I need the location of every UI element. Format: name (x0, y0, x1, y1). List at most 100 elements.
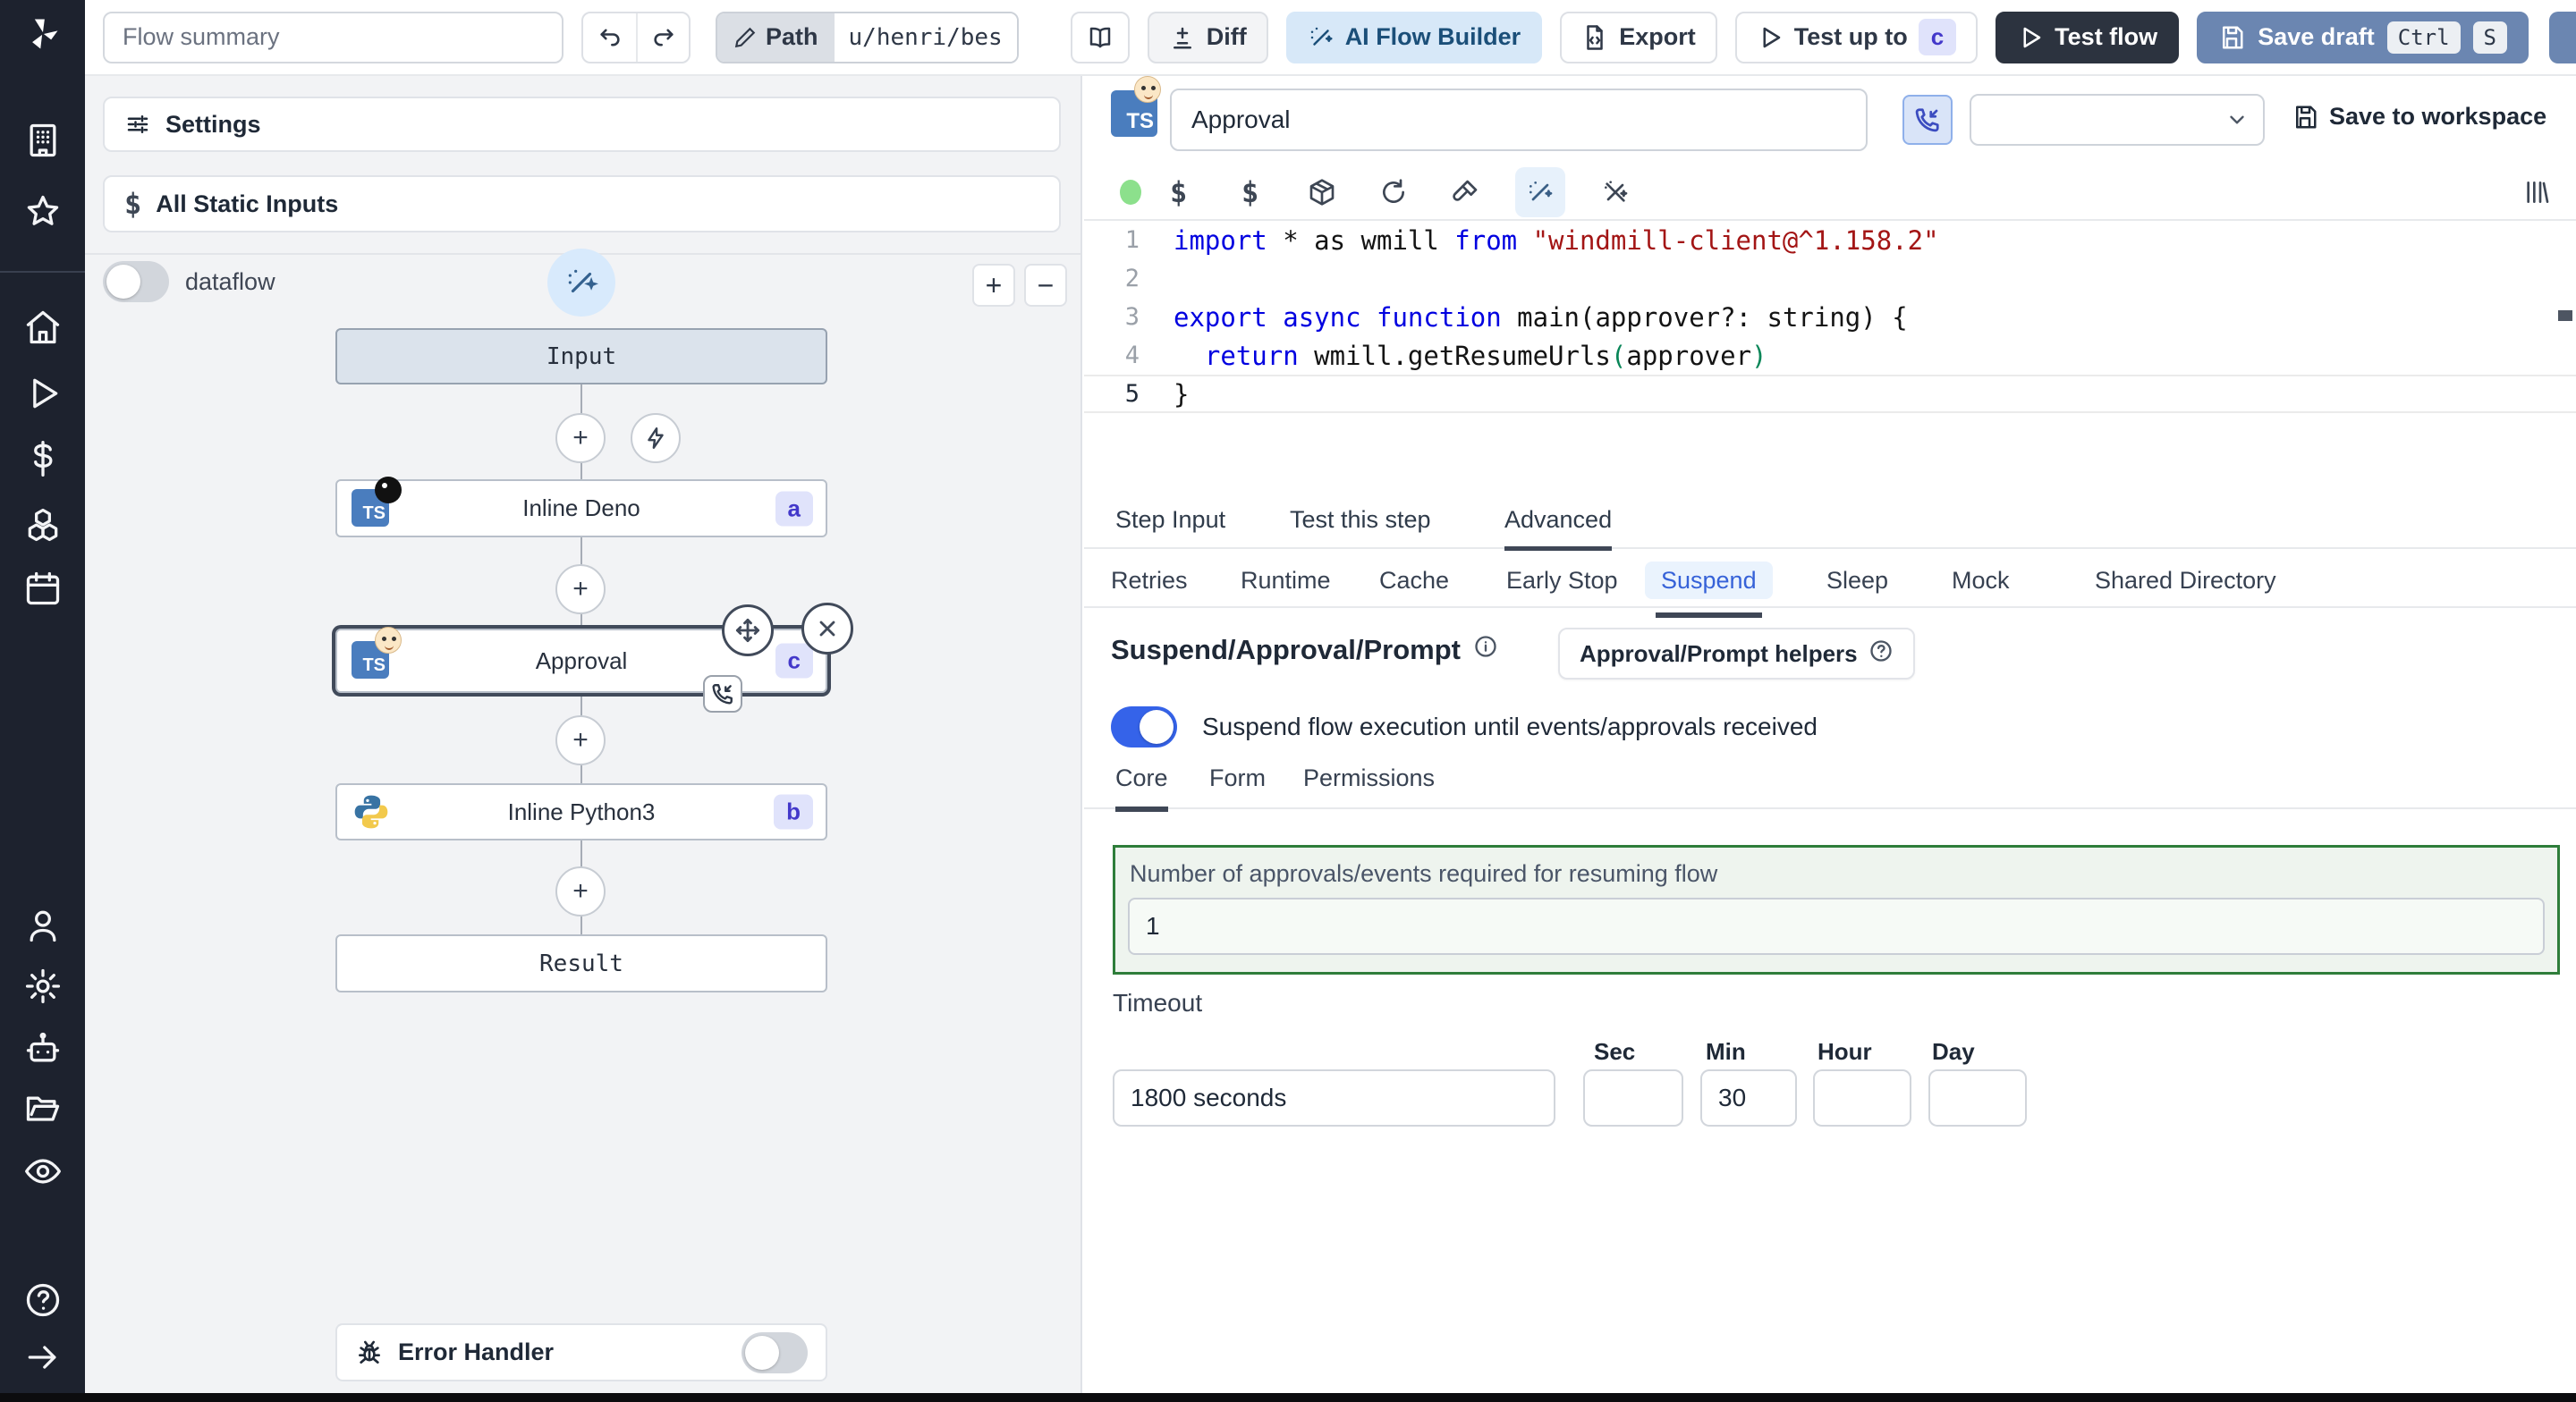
variables-icon[interactable] (22, 438, 64, 479)
diff-button[interactable]: Diff (1147, 11, 1268, 63)
resources-icon[interactable] (22, 504, 64, 545)
docs-book-button[interactable] (1070, 11, 1130, 63)
tab-test-this-step[interactable]: Test this step (1290, 506, 1431, 546)
dataflow-toggle[interactable] (103, 261, 169, 302)
step-id-badge: c (775, 643, 813, 679)
workspace-icon[interactable] (22, 120, 64, 161)
add-step-button[interactable]: + (555, 866, 606, 916)
undo-button[interactable] (583, 13, 636, 62)
flow-node-input[interactable]: Input (335, 328, 827, 384)
ai-assistant-wand-button-active[interactable] (1515, 167, 1565, 217)
add-step-button[interactable]: + (555, 715, 606, 765)
deploy-button-partial[interactable] (2549, 12, 2576, 63)
approvals-required-input[interactable]: 1 (1128, 898, 2545, 955)
folders-icon[interactable] (22, 1089, 64, 1130)
plus-minus-diff-icon (1173, 27, 1191, 48)
variables-dollar-icon[interactable]: $ (1170, 175, 1187, 209)
error-handler-label: Error Handler (398, 1339, 555, 1365)
add-step-button[interactable]: + (555, 413, 606, 463)
ai-flow-builder-button[interactable]: AI Flow Builder (1285, 11, 1543, 63)
subtab-suspend-active[interactable]: Suspend (1645, 562, 1773, 618)
suspend-phone-button[interactable] (1902, 95, 1953, 145)
flow-node-result[interactable]: Result (335, 934, 827, 992)
add-step-button[interactable]: + (555, 564, 606, 614)
format-brush-icon[interactable] (1451, 178, 1479, 207)
typescript-approval-icon: TS (352, 627, 402, 680)
step-name-input[interactable]: Approval (1170, 89, 1868, 151)
info-icon[interactable] (1473, 634, 1498, 666)
ai-assist-wand-button[interactable] (547, 249, 615, 317)
play-icon (1763, 27, 1780, 47)
flow-node-inline-python3[interactable]: Inline Python3 b (335, 783, 827, 840)
home-icon[interactable] (22, 307, 64, 348)
sidebar-divider (0, 271, 85, 273)
subtab-shared-directory[interactable]: Shared Directory (2095, 563, 2276, 607)
tab-advanced-active[interactable]: Advanced (1504, 506, 1613, 551)
code-editor[interactable]: 1 import * as wmill from "windmill-clien… (1084, 221, 2576, 487)
subtab-core-active[interactable]: Core (1115, 764, 1168, 812)
subtab-early-stop[interactable]: Early Stop (1506, 563, 1618, 607)
add-trigger-bolt-button[interactable] (631, 413, 681, 463)
bug-icon (359, 1340, 380, 1364)
phone-incoming-icon (1915, 108, 1939, 132)
zoom-out-button[interactable]: − (1024, 264, 1067, 307)
ai-disabled-icon[interactable] (1601, 178, 1630, 207)
windmill-logo-icon[interactable] (23, 14, 63, 54)
reload-icon[interactable] (1379, 178, 1408, 207)
timeout-seconds-input[interactable]: 1800 seconds (1113, 1069, 1555, 1127)
suspend-toggle-label: Suspend flow execution until events/appr… (1202, 713, 1818, 740)
tab-step-input[interactable]: Step Input (1115, 506, 1225, 546)
subtab-mock[interactable]: Mock (1952, 563, 2010, 607)
subtab-retries[interactable]: Retries (1111, 563, 1188, 607)
code-line: 4 return wmill.getResumeUrls(approver) (1124, 340, 1767, 371)
save-draft-button[interactable]: Save draft Ctrl S (2197, 11, 2529, 63)
flow-settings-row[interactable]: Settings (103, 97, 1061, 152)
redo-button[interactable] (636, 13, 689, 62)
expand-sidebar-arrow-icon[interactable] (22, 1337, 64, 1378)
subtab-form[interactable]: Form (1209, 764, 1266, 807)
timeout-day-input[interactable] (1928, 1069, 2027, 1127)
audit-eye-icon[interactable] (22, 1151, 64, 1192)
help-circle-icon (1868, 638, 1894, 670)
test-up-to-button[interactable]: Test up to c (1734, 11, 1979, 63)
subtab-runtime[interactable]: Runtime (1241, 563, 1331, 607)
runs-icon[interactable] (22, 373, 64, 414)
users-icon[interactable] (22, 905, 64, 946)
code-line: 1 import * as wmill from "windmill-clien… (1124, 224, 1939, 256)
zoom-in-button[interactable]: + (972, 264, 1015, 307)
library-panel-icon[interactable] (2522, 178, 2551, 207)
error-handler-toggle[interactable] (741, 1331, 808, 1373)
settings-gear-icon[interactable] (22, 966, 64, 1007)
test-flow-button[interactable]: Test flow (1996, 11, 2180, 63)
resources-dollar-icon[interactable]: $ (1241, 175, 1258, 209)
timeout-sec-input[interactable] (1583, 1069, 1683, 1127)
kbd-s: S (2472, 21, 2507, 54)
package-icon[interactable] (1308, 178, 1336, 207)
subtab-cache[interactable]: Cache (1379, 563, 1449, 607)
path-value: u/henri/bes (834, 13, 1017, 62)
all-static-inputs-row[interactable]: $ All Static Inputs (103, 175, 1061, 232)
path-button[interactable]: Path u/henri/bes (716, 11, 1019, 63)
code-line: 2 (1124, 265, 1140, 292)
step-tabs: Step Input Test this step Advanced (1084, 497, 2576, 551)
error-handler-row[interactable]: Error Handler (335, 1323, 827, 1381)
suspend-flow-toggle[interactable] (1111, 706, 1177, 747)
scrollbar-ruler-mark[interactable] (2558, 310, 2572, 321)
save-to-workspace-button[interactable]: Save to workspace (2292, 103, 2546, 131)
move-step-button[interactable] (722, 604, 774, 656)
pencil-icon (734, 27, 756, 47)
subtab-sleep[interactable]: Sleep (1826, 563, 1888, 607)
flow-summary-input[interactable]: Flow summary (103, 11, 564, 63)
export-button[interactable]: Export (1560, 11, 1717, 63)
favorites-star-icon[interactable] (22, 191, 64, 232)
workers-robot-icon[interactable] (22, 1028, 64, 1069)
delete-step-button[interactable] (801, 603, 853, 655)
script-version-select[interactable] (1970, 94, 2265, 146)
schedules-icon[interactable] (22, 568, 64, 609)
subtab-permissions[interactable]: Permissions (1303, 764, 1435, 807)
timeout-hour-input[interactable] (1813, 1069, 1911, 1127)
timeout-min-input[interactable]: 30 (1700, 1069, 1797, 1127)
flow-node-inline-deno[interactable]: TS Inline Deno a (335, 476, 827, 537)
approval-prompt-helpers-button[interactable]: Approval/Prompt helpers (1558, 628, 1915, 680)
help-icon[interactable] (22, 1280, 64, 1321)
